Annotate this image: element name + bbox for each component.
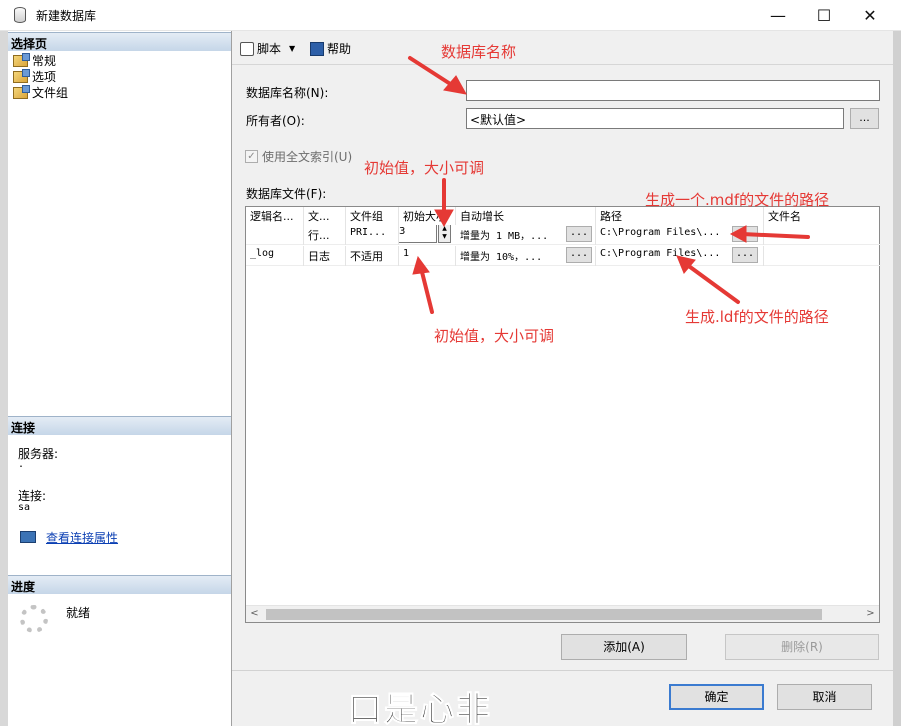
file-type-cell[interactable]: 日志 bbox=[304, 246, 346, 266]
column-header[interactable]: 自动增长 bbox=[456, 207, 596, 225]
main-panel: 脚本 ▼ 帮助 数据库名称(N): 所有者(O): <默认值> ... ✓ 使用… bbox=[232, 31, 893, 726]
autogrowth-text: 增量为 10%，... bbox=[460, 252, 543, 263]
fulltext-checkbox[interactable]: ✓ bbox=[245, 150, 258, 163]
annotation-ldf-path: 生成.ldf的文件的路径 bbox=[685, 308, 829, 326]
column-header[interactable]: 文... bbox=[304, 207, 346, 225]
spinner-updown-icon[interactable]: ▲ ▼ bbox=[438, 225, 451, 243]
path-cell[interactable]: C:\Program Files\... ... bbox=[596, 246, 764, 266]
db-files-label: 数据库文件(F): bbox=[246, 187, 327, 201]
close-button[interactable]: ✕ bbox=[847, 0, 893, 31]
database-icon bbox=[14, 7, 26, 23]
minimize-button[interactable]: — bbox=[755, 0, 801, 31]
connection-properties-icon bbox=[20, 531, 36, 543]
window-title: 新建数据库 bbox=[36, 9, 97, 23]
logical-name-cell[interactable] bbox=[246, 225, 304, 245]
cancel-button[interactable]: 取消 bbox=[777, 684, 872, 710]
maximize-button[interactable]: ☐ bbox=[801, 0, 847, 31]
autogrowth-cell[interactable]: 增量为 10%，... ... bbox=[456, 246, 596, 266]
footer-divider bbox=[232, 670, 893, 671]
progress-spinner-icon bbox=[20, 605, 48, 633]
scroll-right-icon[interactable]: > bbox=[862, 606, 879, 623]
db-name-label: 数据库名称(N): bbox=[246, 86, 329, 100]
filegroup-cell[interactable]: PRI... bbox=[346, 225, 399, 245]
path-browse-button[interactable]: ... bbox=[732, 247, 758, 263]
sidebar-item-label: 选项 bbox=[32, 70, 57, 84]
autogrowth-browse-button[interactable]: ... bbox=[566, 226, 592, 242]
remove-button[interactable]: 删除(R) bbox=[725, 634, 879, 660]
help-icon bbox=[310, 41, 324, 56]
logical-name-cell[interactable]: _log bbox=[246, 246, 304, 266]
autogrowth-browse-button[interactable]: ... bbox=[566, 247, 592, 263]
column-header[interactable]: 初始大小 bbox=[399, 207, 456, 225]
column-header[interactable]: 逻辑名... bbox=[246, 207, 304, 225]
fulltext-checkbox-row[interactable]: ✓ 使用全文索引(U) bbox=[245, 148, 352, 165]
file-type-cell[interactable]: 行... bbox=[304, 225, 346, 245]
annotation-db-name: 数据库名称 bbox=[441, 43, 517, 61]
annotation-mdf-path: 生成一个.mdf的文件的路径 bbox=[645, 191, 830, 209]
sidebar-item-label: 常规 bbox=[32, 54, 57, 68]
filegroup-cell[interactable]: 不适用 bbox=[346, 246, 399, 266]
scrollbar-thumb[interactable] bbox=[266, 609, 822, 620]
script-icon bbox=[240, 41, 254, 56]
sidebar-item-label: 文件组 bbox=[32, 86, 69, 100]
page-settings-icon bbox=[13, 84, 30, 99]
initial-size-cell[interactable]: 3 ▲ ▼ bbox=[399, 225, 456, 245]
title-bar: 新建数据库 — ☐ ✕ bbox=[0, 0, 901, 31]
toolbar: 脚本 ▼ 帮助 bbox=[232, 31, 893, 65]
sidebar-item-general[interactable]: 常规 bbox=[13, 52, 56, 69]
view-connection-properties-link[interactable]: 查看连接属性 bbox=[46, 529, 118, 546]
page-settings-icon bbox=[13, 52, 30, 67]
initial-size-cell[interactable]: 1 bbox=[399, 246, 456, 266]
path-browse-button[interactable]: ... bbox=[732, 226, 758, 242]
help-label: 帮助 bbox=[327, 42, 352, 56]
path-text: C:\Program Files\... bbox=[600, 248, 721, 259]
progress-header: 进度 bbox=[8, 575, 231, 594]
table-row[interactable]: _log 日志 不适用 1 增量为 10%，... ... C:\Program… bbox=[246, 246, 881, 266]
annotation-init-size-top: 初始值，大小可调 bbox=[364, 159, 485, 177]
window-edge bbox=[893, 31, 901, 726]
sidebar-item-options[interactable]: 选项 bbox=[13, 68, 56, 85]
db-name-input[interactable] bbox=[466, 80, 880, 101]
connection-value: sa bbox=[18, 502, 31, 513]
table-row[interactable]: 行... PRI... 3 ▲ ▼ 增量为 1 MB，... ... C:\Pro… bbox=[246, 225, 881, 245]
sidebar-item-filegroups[interactable]: 文件组 bbox=[13, 84, 68, 101]
owner-label: 所有者(O): bbox=[246, 114, 305, 128]
database-files-grid: 逻辑名... 文... 文件组 初始大小 自动增长 路径 文件名 行... PR… bbox=[245, 206, 881, 623]
add-button[interactable]: 添加(A) bbox=[561, 634, 687, 660]
filename-cell[interactable] bbox=[764, 246, 881, 266]
watermark: 口是心非 bbox=[348, 690, 492, 726]
column-header[interactable]: 文件组 bbox=[346, 207, 399, 225]
initial-size-spinner[interactable]: 3 bbox=[399, 225, 437, 243]
owner-input[interactable]: <默认值> bbox=[466, 108, 844, 129]
scroll-left-icon[interactable]: < bbox=[246, 606, 263, 623]
fulltext-label: 使用全文索引(U) bbox=[262, 150, 353, 164]
select-page-header: 选择页 bbox=[8, 32, 231, 51]
page-settings-icon bbox=[13, 68, 30, 83]
help-button[interactable]: 帮助 bbox=[310, 40, 351, 57]
script-button[interactable]: 脚本 ▼ bbox=[240, 40, 295, 57]
autogrowth-text: 增量为 1 MB，... bbox=[460, 231, 549, 242]
annotation-init-size-bottom: 初始值，大小可调 bbox=[434, 327, 555, 345]
autogrowth-cell[interactable]: 增量为 1 MB，... ... bbox=[456, 225, 596, 245]
path-text: C:\Program Files\... bbox=[600, 227, 721, 238]
window-edge bbox=[0, 31, 8, 726]
sidebar: 选择页 常规 选项 文件组 连接 服务器: . 连接: sa 查看连接属性 进度… bbox=[8, 31, 232, 726]
ok-button[interactable]: 确定 bbox=[669, 684, 764, 710]
server-value: . bbox=[18, 459, 25, 470]
filename-cell[interactable] bbox=[764, 225, 881, 245]
chevron-down-icon[interactable]: ▼ bbox=[289, 44, 295, 53]
progress-status: 就绪 bbox=[66, 606, 91, 620]
horizontal-scrollbar[interactable]: < > bbox=[246, 605, 879, 622]
script-label: 脚本 bbox=[257, 42, 282, 56]
path-cell[interactable]: C:\Program Files\... ... bbox=[596, 225, 764, 245]
owner-browse-button[interactable]: ... bbox=[850, 108, 879, 129]
connection-header: 连接 bbox=[8, 416, 231, 435]
